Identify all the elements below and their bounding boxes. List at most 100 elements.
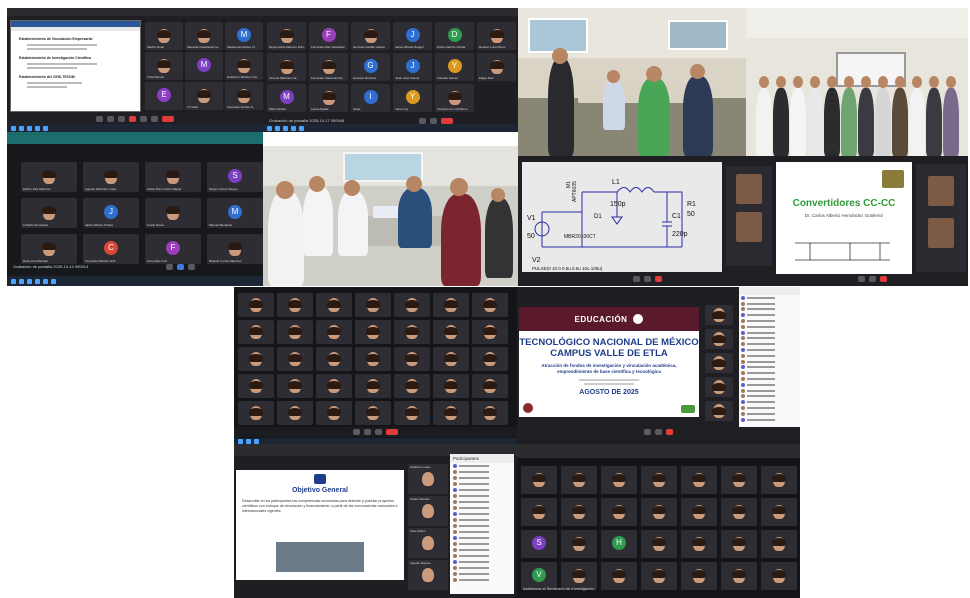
- participant-tile[interactable]: [238, 293, 274, 317]
- participant-tile[interactable]: Rosa Lina Méndez: [21, 234, 77, 264]
- participant-tile[interactable]: [277, 320, 313, 344]
- participant-tile[interactable]: [277, 401, 313, 425]
- participant-tile[interactable]: [721, 498, 757, 526]
- participant-tile[interactable]: [705, 401, 733, 421]
- participant-tile[interactable]: Rosario Luna Pérez: [477, 22, 516, 50]
- participant-tile[interactable]: Reyes Alicia Maurino Ruiz..: [267, 22, 306, 50]
- participant-tile[interactable]: [277, 293, 313, 317]
- participant-tile[interactable]: [761, 530, 797, 558]
- participant-tile[interactable]: [472, 374, 508, 398]
- participant-tile[interactable]: [394, 374, 430, 398]
- chat-button[interactable]: [96, 116, 103, 122]
- participant-tile[interactable]: J Jaime Alfredo Rangel: [393, 22, 432, 50]
- participant-tile[interactable]: I Israel: [351, 84, 390, 112]
- leave-button[interactable]: [879, 276, 887, 282]
- participant-tile[interactable]: Agustín Martínez López: [83, 162, 139, 192]
- participant-tile[interactable]: Carlos Sandov..: [408, 496, 448, 526]
- participant-tile[interactable]: C Consuelo Méndez Hdz.: [83, 234, 139, 264]
- participant-tile[interactable]: [705, 353, 733, 373]
- participant-tile[interactable]: [394, 320, 430, 344]
- participant-tile[interactable]: [238, 347, 274, 371]
- participant-tile[interactable]: Esther Jara Martínez: [21, 162, 77, 192]
- participant-tile[interactable]: Guillermo Martínez Sa..: [225, 52, 263, 80]
- participant-tile[interactable]: [355, 374, 391, 398]
- participant-tile[interactable]: M: [185, 52, 223, 80]
- participant-tile[interactable]: J Javier Alberto Ochoa: [83, 198, 139, 228]
- camera-button[interactable]: [868, 276, 876, 282]
- participant-tile[interactable]: Edgar Ruiz: [477, 53, 516, 81]
- participant-tile[interactable]: [394, 347, 430, 371]
- participant-tile[interactable]: M Melisa Hernández Cr..: [225, 22, 263, 50]
- participant-tile[interactable]: Cesar Flores: [145, 198, 201, 228]
- participant-tile[interactable]: S: [521, 530, 557, 558]
- participant-tile[interactable]: [641, 466, 677, 494]
- participant-tile[interactable]: Lizbeth Hernández: [21, 198, 77, 228]
- participant-tile[interactable]: [721, 530, 757, 558]
- mic-button[interactable]: [353, 429, 360, 435]
- participant-tile[interactable]: [433, 293, 469, 317]
- participant-tile[interactable]: [316, 293, 352, 317]
- participant-tile[interactable]: [238, 320, 274, 344]
- participant-tile[interactable]: [355, 320, 391, 344]
- participant-tile[interactable]: Gonzalo Castillo Huerta: [351, 22, 390, 50]
- mic-button[interactable]: [632, 276, 640, 282]
- participant-tile[interactable]: Fernando Andrés S..: [225, 82, 263, 110]
- participant-tile[interactable]: [521, 498, 557, 526]
- participant-tile[interactable]: Tritia Ramos: [145, 52, 183, 80]
- camera-button[interactable]: [140, 116, 147, 122]
- participant-tile[interactable]: Maricela Castañeda Ce..: [185, 22, 223, 50]
- participant-tile[interactable]: Y Yanet Ley: [393, 84, 432, 112]
- participant-tile[interactable]: [601, 466, 637, 494]
- participant-tile[interactable]: H: [601, 530, 637, 558]
- participant-tile[interactable]: [238, 374, 274, 398]
- participant-tile[interactable]: [761, 466, 797, 494]
- participant-tile[interactable]: [561, 530, 597, 558]
- participant-tile[interactable]: [277, 374, 313, 398]
- participant-tile[interactable]: [705, 305, 733, 325]
- participant-tile[interactable]: [472, 401, 508, 425]
- participant-tile[interactable]: Usuarios sin micrófono: [435, 84, 474, 112]
- mic-button[interactable]: [165, 264, 173, 270]
- participant-tile[interactable]: [705, 377, 733, 397]
- participant-tile[interactable]: [561, 466, 597, 494]
- participant-tile[interactable]: [681, 562, 717, 590]
- participant-tile[interactable]: Agustín Espino..: [408, 560, 448, 590]
- participant-tile[interactable]: E: [145, 82, 183, 110]
- participant-tile[interactable]: Laura Aguilar: [309, 84, 348, 112]
- mic-button[interactable]: [857, 276, 865, 282]
- participant-tile[interactable]: [641, 562, 677, 590]
- camera-button[interactable]: [655, 429, 662, 435]
- participant-tile[interactable]: [433, 347, 469, 371]
- participant-tile[interactable]: [681, 530, 717, 558]
- participant-tile[interactable]: [761, 498, 797, 526]
- participant-tile[interactable]: [472, 347, 508, 371]
- raise-hand-button[interactable]: [118, 116, 125, 122]
- participant-tile[interactable]: [521, 466, 557, 494]
- participant-tile[interactable]: F Fernando Díaz Sebastian: [309, 22, 348, 50]
- participant-tile[interactable]: [316, 347, 352, 371]
- participant-tile[interactable]: J Justo José García: [393, 53, 432, 81]
- camera-button[interactable]: [643, 276, 651, 282]
- mic-off-button[interactable]: [129, 116, 136, 122]
- participant-tile[interactable]: [705, 329, 733, 349]
- participant-list-row[interactable]: [450, 577, 514, 583]
- participant-tile[interactable]: [641, 498, 677, 526]
- leave-button[interactable]: [162, 116, 174, 122]
- participant-tile[interactable]: Guillermo Laye..: [408, 464, 448, 494]
- participant-tile[interactable]: F Fernanda Cruz: [145, 234, 201, 264]
- participant-tile[interactable]: [721, 562, 757, 590]
- leave-button[interactable]: [386, 429, 398, 435]
- leave-button[interactable]: [654, 276, 662, 282]
- participant-tile[interactable]: [316, 320, 352, 344]
- participant-tile[interactable]: [681, 498, 717, 526]
- participant-tile[interactable]: D Dulce Garrido Ocaña: [435, 22, 474, 50]
- participant-tile[interactable]: [394, 293, 430, 317]
- participant-tile[interactable]: [355, 347, 391, 371]
- people-button[interactable]: [107, 116, 114, 122]
- participant-tile[interactable]: [472, 320, 508, 344]
- participant-tile[interactable]: G Gustavo Ramírez: [351, 53, 390, 81]
- participant-tile[interactable]: Ricardo Cortés Sánchez: [207, 234, 263, 264]
- participant-tile[interactable]: [601, 498, 637, 526]
- participant-tile[interactable]: [433, 320, 469, 344]
- schematic-canvas[interactable]: L1 150p C1 220p R1 50 V1 50 V2 D1 MBR201…: [522, 162, 722, 272]
